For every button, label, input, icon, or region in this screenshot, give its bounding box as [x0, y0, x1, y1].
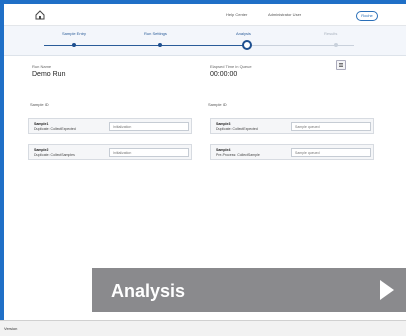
step-ring-analysis	[242, 40, 252, 50]
sample-name: Sample4	[216, 148, 231, 152]
sample-detail: Duplicate: CollectSamples	[34, 153, 75, 157]
step-label-results: Results	[324, 31, 338, 36]
group-title-right: Sample ID	[208, 102, 227, 107]
options-button[interactable]	[336, 60, 346, 70]
sample-name: Sample3	[216, 122, 231, 126]
sample-status-field: Initialization	[109, 148, 189, 157]
sample-card[interactable]: Sample2 Duplicate: CollectSamples Initia…	[28, 144, 192, 160]
elapsed-time-label: Elapsed Time in Queue	[210, 64, 252, 69]
analysis-banner[interactable]: Analysis	[92, 268, 406, 312]
step-label-sample-entry[interactable]: Sample Entry	[62, 31, 86, 36]
arrow-right-icon	[380, 280, 394, 300]
app-frame: Help Center Administrator User Roche Sam…	[0, 0, 406, 336]
progress-stepper: Sample Entry Run Settings Analysis Resul…	[4, 26, 406, 56]
sample-card[interactable]: Sample1 Duplicate: CollectExpected Initi…	[28, 118, 192, 134]
brand-logo: Roche	[356, 11, 378, 21]
step-label-analysis[interactable]: Analysis	[236, 31, 251, 36]
top-bar: Help Center Administrator User Roche	[4, 4, 406, 26]
sample-status-field: Sample queued	[291, 122, 371, 131]
home-icon[interactable]	[34, 9, 46, 21]
sample-name: Sample2	[34, 148, 49, 152]
elapsed-time-value: 00:00:00	[210, 71, 238, 78]
step-dot-sample-entry	[72, 43, 76, 47]
sample-card[interactable]: Sample3 Duplicate: CollectExpected Sampl…	[210, 118, 374, 134]
step-label-run-settings[interactable]: Run Settings	[144, 31, 167, 36]
user-menu-link[interactable]: Administrator User	[268, 12, 301, 17]
run-name-value: Demo Run	[32, 71, 66, 78]
sample-detail: Duplicate: CollectExpected	[216, 127, 258, 131]
banner-label: Analysis	[111, 281, 186, 301]
sample-name: Sample1	[34, 122, 49, 126]
help-center-link[interactable]: Help Center	[226, 12, 247, 17]
group-title-left: Sample ID	[30, 102, 49, 107]
sample-detail: Duplicate: CollectExpected	[34, 127, 76, 131]
step-dot-run-settings	[158, 43, 162, 47]
sample-card[interactable]: Sample4 Pre-Process: CollectSample Sampl…	[210, 144, 374, 160]
bottom-status-bar: Version	[0, 320, 406, 336]
sample-status-field: Sample queued	[291, 148, 371, 157]
version-tag: Version	[4, 326, 18, 331]
stepper-remaining-line	[248, 45, 354, 46]
sample-status-field: Initialization	[109, 122, 189, 131]
menu-icon	[339, 63, 343, 67]
step-dot-results	[334, 43, 338, 47]
run-name-label: Run Name	[32, 64, 52, 69]
sample-detail: Pre-Process: CollectSample	[216, 153, 260, 157]
